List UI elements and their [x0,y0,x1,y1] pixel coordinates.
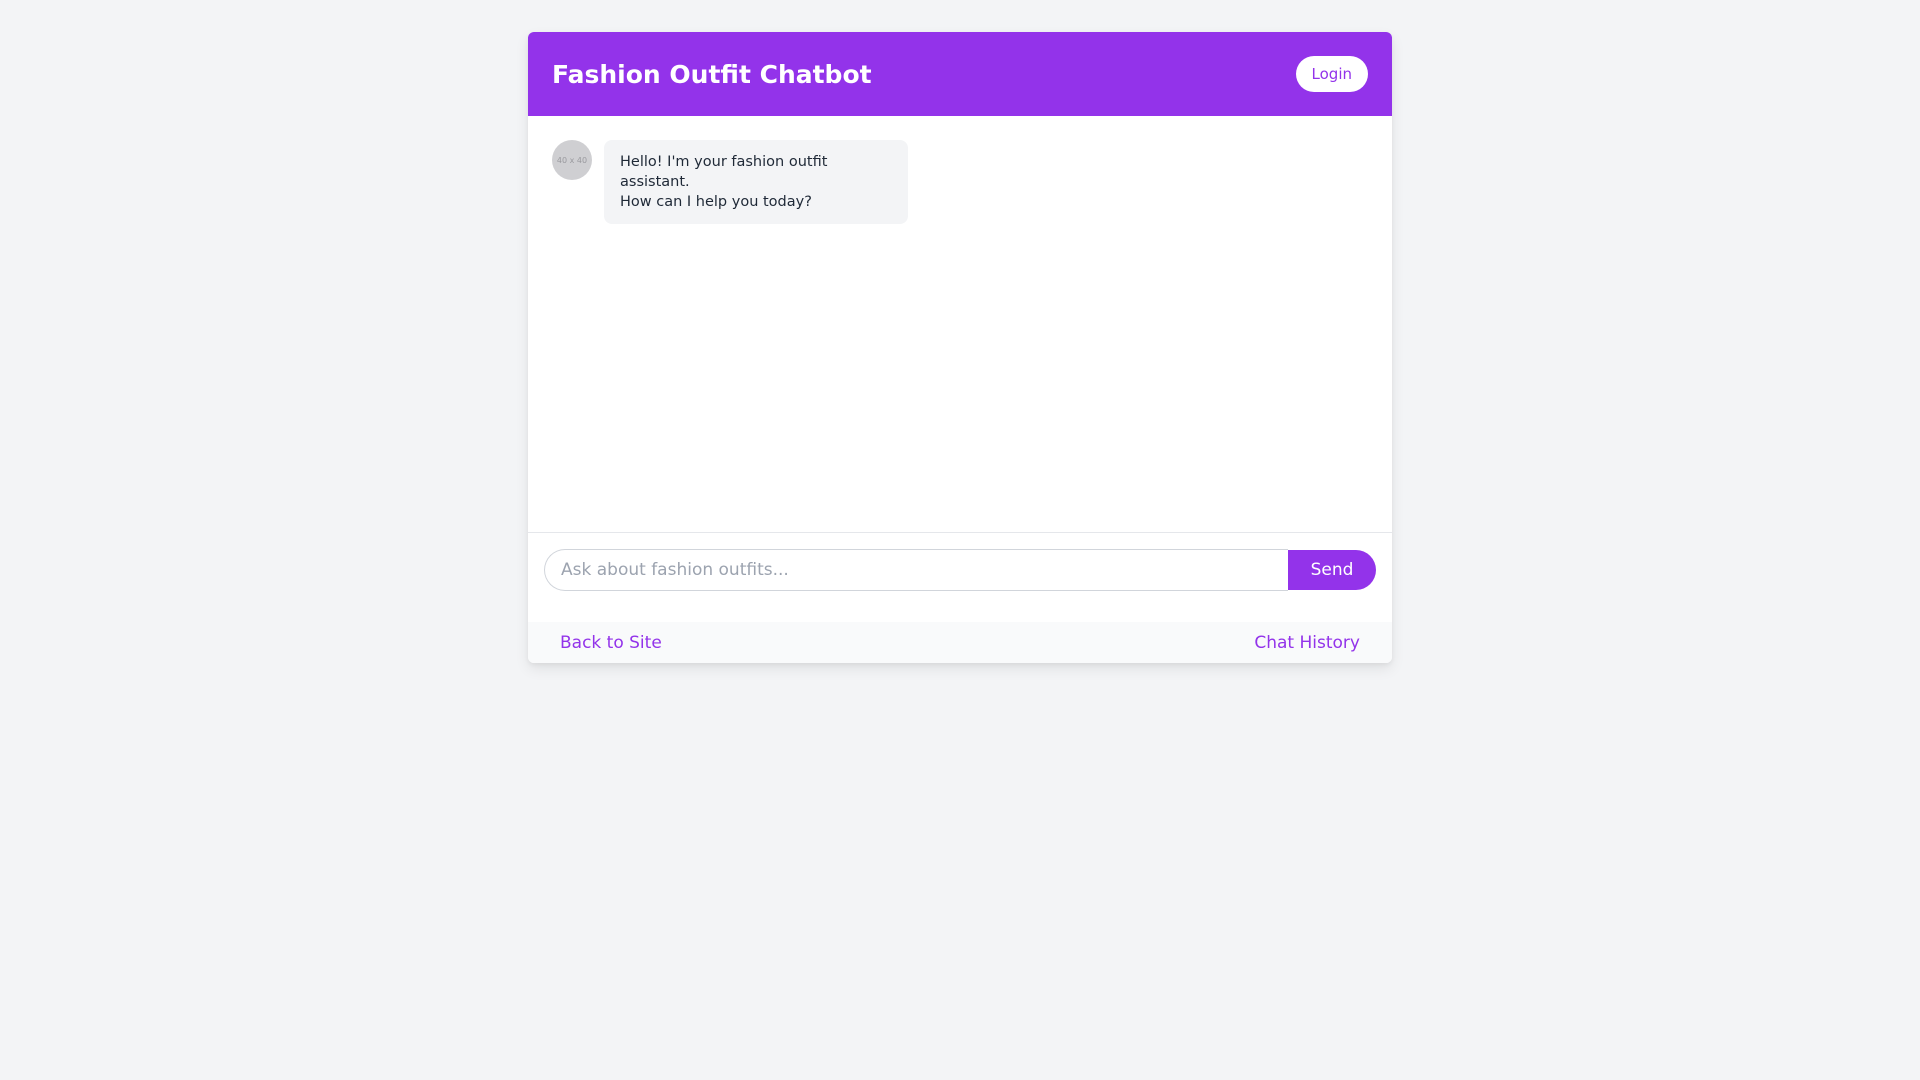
bot-message: 40 x 40 Hello! I'm your fashion outfit a… [552,140,1368,224]
message-list: 40 x 40 Hello! I'm your fashion outfit a… [528,116,1392,532]
chat-history-link[interactable]: Chat History [1254,633,1360,653]
chat-footer: Back to Site Chat History [528,622,1392,663]
back-to-site-link[interactable]: Back to Site [560,633,662,653]
bot-avatar: 40 x 40 [552,140,592,180]
chat-window: Fashion Outfit Chatbot Login 40 x 40 Hel… [528,32,1392,663]
login-button[interactable]: Login [1295,56,1368,92]
send-button[interactable]: Send [1288,550,1376,590]
chat-header: Fashion Outfit Chatbot Login [528,32,1392,116]
composer: Send [528,532,1392,622]
message-input[interactable] [544,549,1288,591]
message-bubble: Hello! I'm your fashion outfit assistant… [604,140,908,224]
page-title: Fashion Outfit Chatbot [552,59,872,89]
